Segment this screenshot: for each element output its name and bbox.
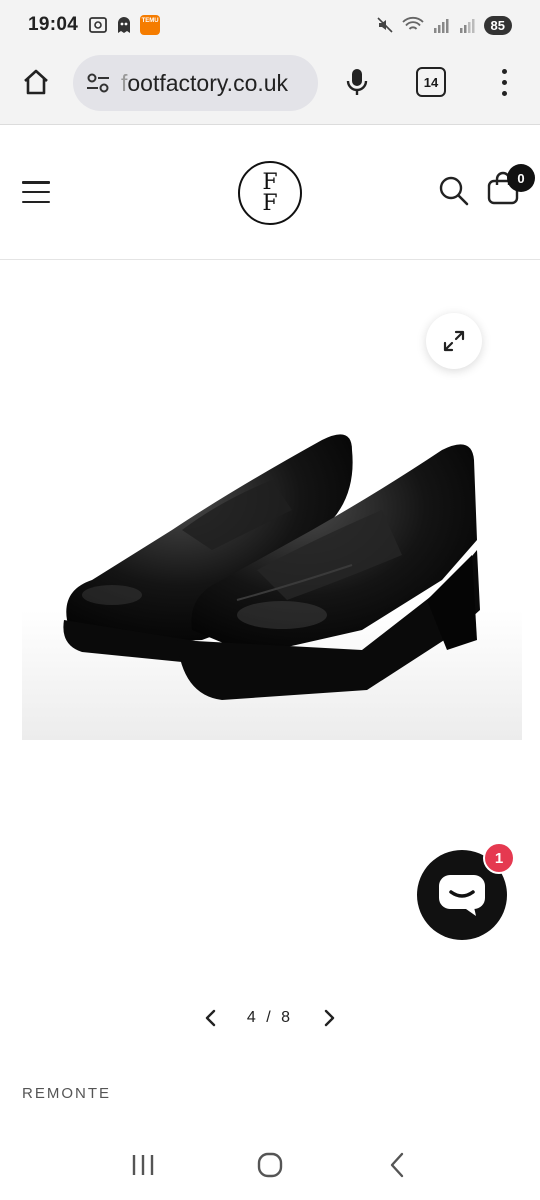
system-nav-bar [0,1130,540,1200]
system-back-button[interactable] [377,1145,417,1185]
hamburger-line [22,200,50,203]
pager-current: 4 [246,1009,259,1026]
search-button[interactable] [437,174,471,208]
back-icon [390,1152,403,1178]
browser-menu-button[interactable] [490,64,518,100]
logo-letter-top: F [262,170,278,195]
site-header: F F [0,126,540,260]
product-brand[interactable]: REMONTE [22,1085,111,1102]
chat-bubble-icon [439,875,485,916]
temu-label: TEMU [141,18,159,24]
signal-icon-r [433,19,449,33]
address-bar[interactable]: footfactory.co.uk [73,55,318,111]
mute-icon [376,17,393,33]
battery-level: 85 [483,15,512,35]
more-vert-dot [501,79,507,85]
page: 19:04 TEMU 85 footfactory.co.uk 14 F F 0… [0,0,540,1200]
chevron-left-icon [205,1009,216,1027]
url-text: footfactory.co.uk [121,70,288,97]
next-image-button[interactable] [318,1007,340,1029]
home-circle-icon [257,1152,283,1178]
logo-letter-bottom: F [262,191,278,216]
system-home-button[interactable] [250,1145,290,1185]
search-icon [439,176,469,206]
url-domain: ootfactory.co.uk [127,69,289,96]
browser-home-button[interactable] [18,64,54,100]
signal-icon [459,19,475,33]
voice-search-button[interactable] [340,65,374,99]
temu-app-icon: TEMU [140,15,161,35]
chevron-right-icon [324,1009,335,1027]
site-settings-button[interactable] [83,68,113,98]
wifi-icon [401,16,424,30]
tabs-button[interactable]: 14 [416,67,446,97]
gallery-pager: 4 / 8 [200,1003,340,1033]
browser-toolbar: footfactory.co.uk 14 [0,50,540,125]
more-vert-dot [501,90,507,96]
pager-separator: / [266,1009,274,1026]
status-time: 19:04 [28,14,79,35]
cart-count-badge: 0 [507,164,535,192]
microphone-icon [346,69,368,95]
ghost-app-icon [118,17,131,33]
product-image[interactable] [22,380,522,740]
hamburger-line [22,181,50,184]
hamburger-line [22,190,50,194]
pager-total: 8 [281,1009,294,1026]
site-settings-icon [87,73,109,93]
screenshot-icon [89,17,108,33]
site-logo[interactable]: F F [238,161,302,225]
expand-image-button[interactable] [426,313,482,369]
pager-count: 4 / 8 [247,1009,293,1027]
status-bar: 19:04 TEMU 85 [0,0,540,50]
more-vert-icon [501,68,507,74]
status-left-icons: TEMU [88,15,161,35]
previous-image-button[interactable] [200,1007,222,1029]
chat-notification-badge: 1 [483,842,515,874]
recents-icon [133,1155,154,1175]
tab-count: 14 [423,74,439,90]
recents-button[interactable] [123,1145,163,1185]
hamburger-icon[interactable] [22,181,50,203]
home-icon [24,69,48,95]
expand-icon [443,330,465,352]
status-right-icons: 85 [376,15,512,35]
